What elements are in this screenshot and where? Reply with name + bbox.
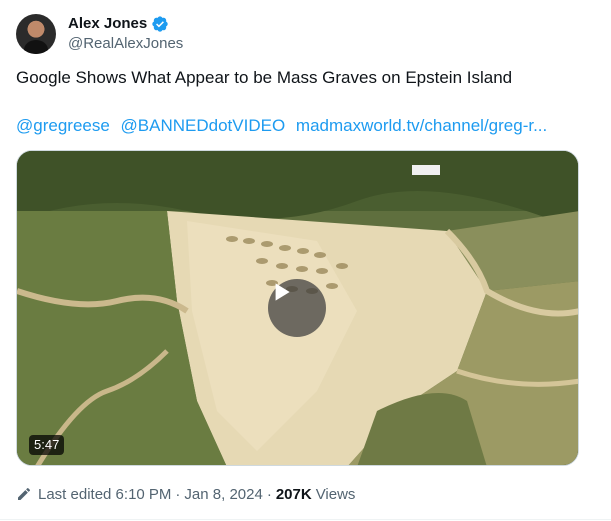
tweet-header: Alex Jones @RealAlexJones (16, 12, 183, 56)
tweet-links: @gregreese @BANNEDdotVIDEO madmaxworld.t… (16, 115, 595, 137)
name-row: Alex Jones (68, 14, 183, 34)
pencil-icon (18, 487, 31, 500)
external-link[interactable]: madmaxworld.tv/channel/greg-r... (296, 116, 547, 135)
separator: · (175, 485, 181, 503)
display-name[interactable]: Alex Jones (68, 14, 147, 34)
divider (0, 519, 611, 520)
views-label: Views (315, 485, 356, 503)
tweet: Alex Jones @RealAlexJones Google Shows W… (0, 0, 611, 521)
tweet-date[interactable]: Jan 8, 2024 (184, 486, 262, 503)
handle[interactable]: @RealAlexJones (68, 34, 183, 54)
play-icon (275, 283, 290, 301)
video-duration: 5:47 (29, 435, 65, 455)
separator: · (266, 485, 272, 503)
edited-label[interactable]: Last edited 6:10 PM (38, 486, 171, 503)
video-player[interactable]: 5:47 (16, 150, 579, 466)
play-button[interactable] (268, 279, 326, 337)
author-info: Alex Jones @RealAlexJones (68, 14, 183, 54)
mention-banneddotvideo[interactable]: @BANNEDdotVIDEO (121, 116, 286, 135)
tweet-text: Google Shows What Appear to be Mass Grav… (16, 68, 513, 87)
avatar[interactable] (16, 14, 56, 54)
tweet-meta: Last edited 6:10 PM · Jan 8, 2024 · 207K… (16, 484, 355, 504)
views-count: 207K (275, 485, 312, 503)
verified-badge-icon (152, 16, 168, 32)
mention-gregreese[interactable]: @gregreese (16, 116, 110, 135)
